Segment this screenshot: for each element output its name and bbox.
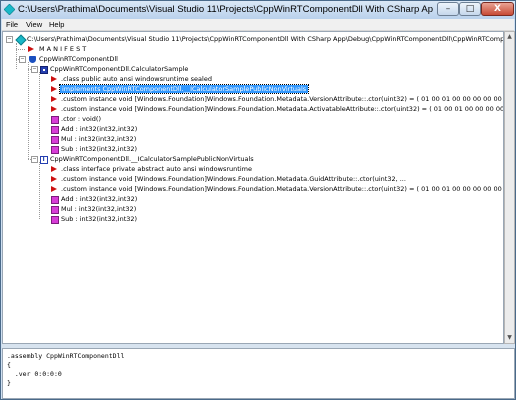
method-icon [51,136,59,144]
tree-node-interface[interactable]: − CppWinRTComponentDll.__ICalculatorSamp… [3,155,403,164]
method-icon [51,206,59,214]
menu-file[interactable]: File [6,20,18,29]
namespace-shield-icon [29,56,36,63]
ildasm-app-icon [3,3,16,16]
tree-item[interactable]: .custom instance void [Windows.Foundatio… [3,105,503,114]
tree-item-label: Sub : int32(int32,int32) [61,145,138,153]
tree-item-label: .custom instance void [Windows.Foundatio… [61,95,504,103]
tree-item[interactable]: Add : int32(int32,int32) [3,125,303,134]
tree-item[interactable]: .class public auto ansi windowsruntime s… [3,75,503,84]
tree-item-label: .ctor : void() [61,115,101,123]
detail-line: { [7,361,11,369]
tree-vertical-scrollbar[interactable]: ▲ ▼ [504,31,515,344]
tree-item-label: .class interface private abstract auto a… [61,165,252,173]
tree-node-label: CppWinRTComponentDll.CalculatorSample [50,65,189,73]
collapse-icon[interactable]: − [31,156,38,163]
tree-item[interactable]: Mul : int32(int32,int32) [3,205,303,214]
tree-node-namespace[interactable]: − CppWinRTComponentDll [3,55,203,64]
tree-item-label: .class public auto ansi windowsruntime s… [61,75,212,83]
tree-node-root[interactable]: − C:\Users\Prathima\Documents\Visual Stu… [3,34,504,46]
tree-item-label: .custom instance void [Windows.Foundatio… [61,175,406,183]
module-diamond-icon [15,34,27,46]
info-triangle-icon [51,186,57,192]
info-triangle-icon [51,76,57,82]
menu-view[interactable]: View [26,20,42,29]
tree-item-label: implements CppWinRTComponentDll.__ICalcu… [58,84,310,94]
maximize-button[interactable]: □ [459,2,481,16]
interface-icon [40,156,48,164]
detail-pane[interactable]: .assembly CppWinRTComponentDll { .ver 0:… [2,348,515,399]
minimize-button[interactable]: – [437,2,459,16]
method-icon [51,196,59,204]
info-triangle-icon [51,96,57,102]
class-icon [40,66,48,74]
method-icon [51,126,59,134]
tree-item-label: Mul : int32(int32,int32) [61,205,137,213]
collapse-icon[interactable]: − [31,66,38,73]
info-triangle-icon [51,106,57,112]
tree-node-label: C:\Users\Prathima\Documents\Visual Studi… [27,35,504,43]
menu-bar: File View Help [2,19,514,31]
tree-node-manifest[interactable]: M A N I F E S T [3,45,203,54]
tree-view[interactable]: − C:\Users\Prathima\Documents\Visual Stu… [2,31,504,344]
tree-item[interactable]: Sub : int32(int32,int32) [3,145,303,154]
tree-item[interactable]: Sub : int32(int32,int32) [3,215,303,224]
main-window: C:\Users\Prathima\Documents\Visual Studi… [0,0,516,400]
tree-item[interactable]: .ctor : void() [3,115,303,124]
scroll-down-arrow-icon[interactable]: ▼ [506,334,513,342]
close-button[interactable]: X [481,2,514,16]
tree-item-label: .custom instance void [Windows.Foundatio… [61,105,504,113]
info-triangle-icon [51,176,57,182]
method-icon [51,146,59,154]
info-triangle-icon [51,86,57,92]
window-title: C:\Users\Prathima\Documents\Visual Studi… [18,4,433,15]
info-triangle-icon [51,166,57,172]
scroll-up-arrow-icon[interactable]: ▲ [506,33,513,41]
tree-item[interactable]: Mul : int32(int32,int32) [3,135,303,144]
method-icon [51,116,59,124]
method-icon [51,216,59,224]
detail-line: .ver 0:0:0:0 [7,370,62,378]
menu-help[interactable]: Help [49,20,64,29]
tree-node-class[interactable]: − CppWinRTComponentDll.CalculatorSample [3,65,303,74]
manifest-triangle-icon [28,46,34,52]
detail-line: } [7,379,11,387]
tree-node-label: M A N I F E S T [39,45,87,53]
tree-item[interactable]: .custom instance void [Windows.Foundatio… [3,185,503,194]
collapse-icon[interactable]: − [19,56,26,63]
collapse-icon[interactable]: − [6,36,13,43]
tree-item-label: Add : int32(int32,int32) [61,125,138,133]
tree-node-label: CppWinRTComponentDll [39,55,118,63]
tree-item-label: Mul : int32(int32,int32) [61,135,137,143]
tree-item[interactable]: .class interface private abstract auto a… [3,165,503,174]
detail-line: .assembly CppWinRTComponentDll [7,352,125,360]
tree-item[interactable]: Add : int32(int32,int32) [3,195,303,204]
tree-item[interactable]: .custom instance void [Windows.Foundatio… [3,95,503,104]
tree-item[interactable]: .custom instance void [Windows.Foundatio… [3,175,503,184]
tree-item-selected[interactable]: implements CppWinRTComponentDll.__ICalcu… [3,84,503,94]
title-bar[interactable]: C:\Users\Prathima\Documents\Visual Studi… [1,1,515,19]
tree-item-label: .custom instance void [Windows.Foundatio… [61,185,504,193]
tree-item-label: Add : int32(int32,int32) [61,195,138,203]
tree-item-label: Sub : int32(int32,int32) [61,215,138,223]
tree-node-label: CppWinRTComponentDll.__ICalculatorSample… [50,155,254,163]
